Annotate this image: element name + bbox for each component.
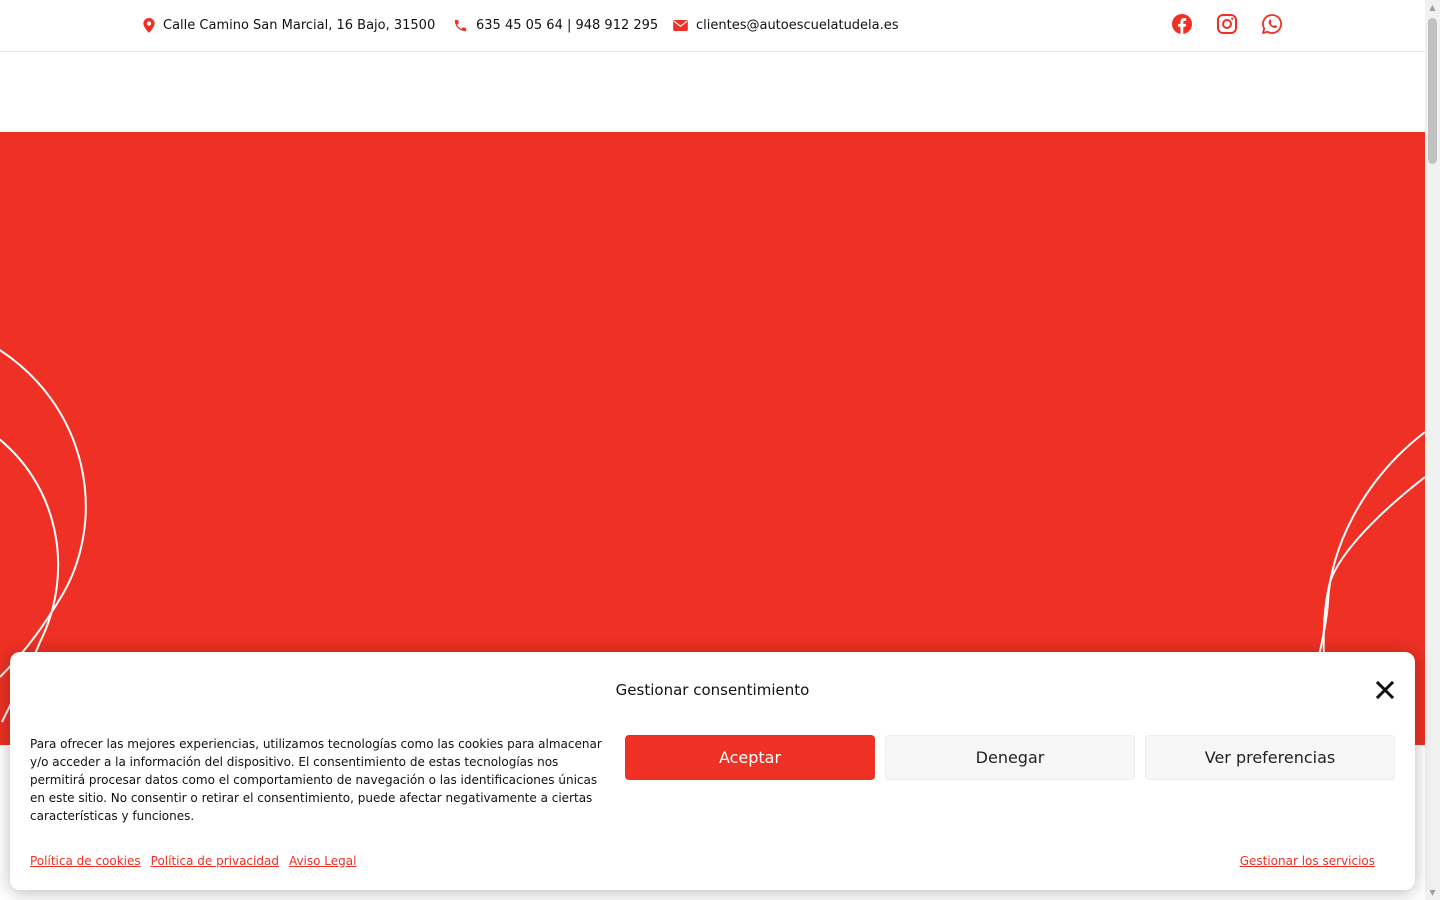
- page-scrollbar[interactable]: ▲ ▼: [1425, 0, 1440, 900]
- map-marker-icon: [143, 17, 155, 33]
- view-preferences-button[interactable]: Ver preferencias: [1145, 735, 1395, 780]
- instagram-icon[interactable]: [1215, 12, 1239, 36]
- scroll-down-arrow-icon[interactable]: ▼: [1428, 888, 1437, 897]
- email-text: clientes@autoescuelatudela.es: [696, 17, 899, 33]
- manage-services-link[interactable]: Gestionar los servicios: [1240, 854, 1375, 868]
- contact-phone[interactable]: 635 45 05 64 | 948 912 295: [453, 0, 658, 50]
- cookie-policy-link[interactable]: Política de cookies: [30, 854, 141, 868]
- cookie-consent-dialog: Gestionar consentimiento Para ofrecer la…: [10, 652, 1415, 890]
- contact-email[interactable]: clientes@autoescuelatudela.es: [673, 0, 899, 50]
- facebook-icon[interactable]: [1170, 12, 1194, 36]
- contact-address: Calle Camino San Marcial, 16 Bajo, 31500: [143, 0, 435, 50]
- phone-text: 635 45 05 64 | 948 912 295: [476, 17, 659, 33]
- scroll-up-arrow-icon[interactable]: ▲: [1428, 3, 1437, 12]
- legal-notice-link[interactable]: Aviso Legal: [289, 854, 357, 868]
- deny-button[interactable]: Denegar: [885, 735, 1135, 780]
- main-nav-area: [0, 52, 1425, 132]
- policy-links: Política de cookies Política de privacid…: [30, 854, 356, 868]
- phone-icon: [454, 19, 467, 31]
- consent-title: Gestionar consentimiento: [615, 681, 810, 699]
- whatsapp-icon[interactable]: [1260, 12, 1284, 36]
- accept-button[interactable]: Aceptar: [625, 735, 875, 780]
- scrollbar-thumb[interactable]: [1428, 18, 1437, 164]
- envelope-icon: [673, 19, 688, 31]
- consent-message: Para ofrecer las mejores experiencias, u…: [30, 737, 602, 823]
- close-icon[interactable]: [1375, 680, 1395, 700]
- address-text: Calle Camino San Marcial, 16 Bajo, 31500: [163, 17, 436, 33]
- privacy-policy-link[interactable]: Política de privacidad: [151, 854, 279, 868]
- top-contact-bar: Calle Camino San Marcial, 16 Bajo, 31500…: [0, 0, 1425, 52]
